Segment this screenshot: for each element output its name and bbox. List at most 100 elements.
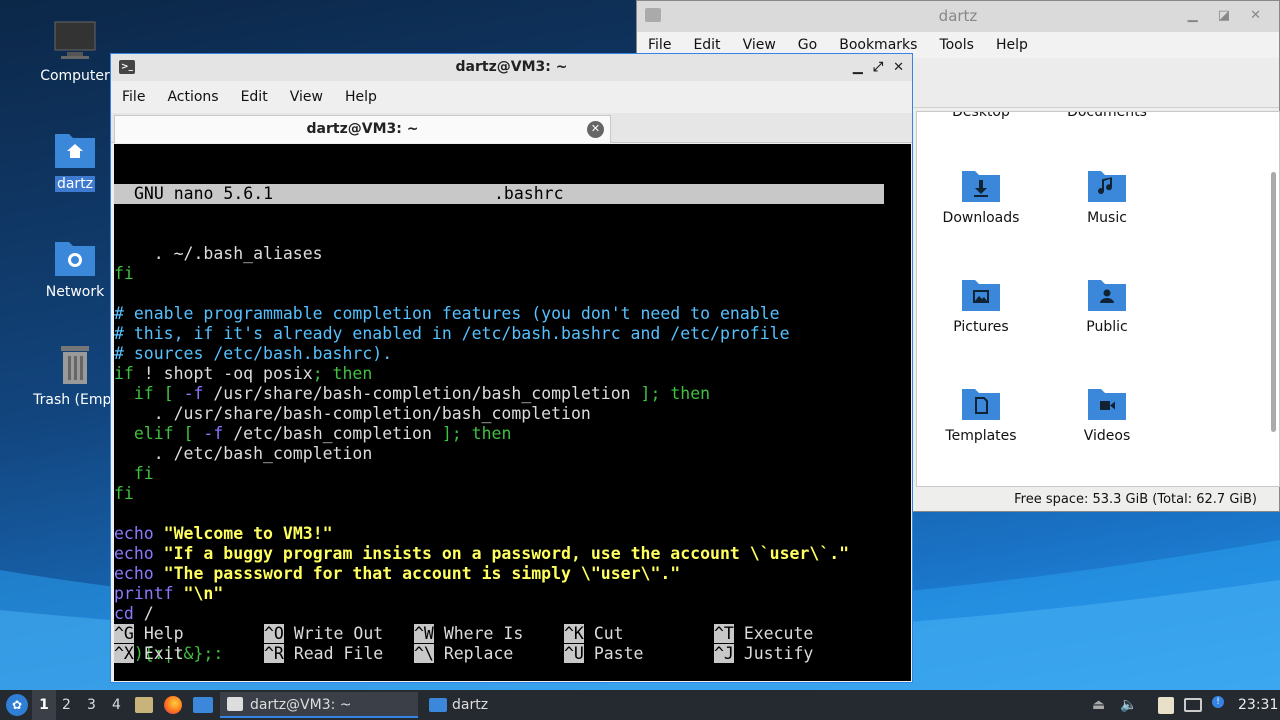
start-menu-icon[interactable]: ✿ [6,694,28,716]
video-icon [1088,389,1126,420]
shortcut-item[interactable]: ^W Where Is [414,624,523,644]
menu-go[interactable]: Go [787,37,828,53]
shortcut-label: Write Out [293,624,384,643]
code-token: "The passsword for that account is simpl… [153,564,681,583]
updates-icon[interactable]: ! [1212,696,1224,708]
file-view-scrollbar[interactable] [1271,172,1276,432]
desktop-icon-label: Trash (Empt [33,392,117,408]
folder-public[interactable]: Public [1047,277,1167,335]
close-icon[interactable]: ✕ [893,60,904,75]
clipboard-icon[interactable] [1158,697,1174,714]
shortcut-row: ^G Help ^O Write Out ^W Where Is ^K Cut ^T E… [114,624,911,644]
folder-documents[interactable]: Documents [1047,112,1167,120]
eject-icon[interactable]: ⏏ [1092,690,1105,720]
shortcut-item[interactable]: ^G Help [114,624,184,644]
folder-icon [645,8,661,22]
menu-bookmarks[interactable]: Bookmarks [828,37,928,53]
menu-actions[interactable]: Actions [156,89,229,105]
menu-view[interactable]: View [732,37,787,53]
code-token: / [133,604,154,623]
menu-tools[interactable]: Tools [928,37,985,53]
download-icon [962,171,1000,202]
volume-icon[interactable]: 🔈 [1120,690,1137,720]
menu-help[interactable]: Help [985,37,1039,53]
menu-help[interactable]: Help [334,89,388,105]
shortcut-item[interactable]: ^X Exit [114,644,184,664]
code-token: fi [114,484,134,503]
desktop-icon-label: Network [45,284,105,300]
nano-editor[interactable]: GNU nano 5.6.1 .bashrc . ~/.bash_aliases f… [114,144,911,681]
nano-filename: .bashrc [494,184,564,203]
code-token: -f [183,384,204,403]
taskbar-app-file-manager[interactable]: dartz [422,692,622,718]
code-line: fi [114,464,911,484]
code-line: echo "If a buggy program insists on a pa… [114,544,911,564]
shortcut-item[interactable]: ^J Justify [714,644,813,664]
code-line: if [ -f /usr/share/bash-completion/bash_… [114,384,911,404]
taskbar-app-terminal[interactable]: dartz@VM3: ~ [220,692,418,718]
menu-file[interactable]: File [637,37,682,53]
file-manager-titlebar[interactable]: dartz ▁ ◪ ✕ [637,1,1279,32]
nano-shortcuts: ^G Help ^O Write Out ^W Where Is ^K Cut ^T E… [114,624,911,664]
code-line: fi [114,484,911,504]
menu-edit[interactable]: Edit [682,37,731,53]
code-token: printf [114,584,174,603]
minimize-icon[interactable]: ▁ [853,60,863,75]
code-line: . ~/.bash_aliases [114,244,911,264]
home-folder-icon [55,134,95,168]
shortcut-item[interactable]: ^\ Replace [414,644,513,664]
menu-view[interactable]: View [279,89,334,105]
show-desktop-icon[interactable] [193,697,213,713]
code-line: . /etc/bash_completion [114,444,911,464]
terminal-titlebar[interactable]: >_ dartz@VM3: ~ ▁ ⤢ ✕ [111,54,912,81]
window-controls[interactable]: ▁ ◪ ✕ [1188,1,1269,31]
window-controls: ▁ ⤢ ✕ [843,54,904,81]
folder-videos[interactable]: Videos [1047,386,1167,444]
clock: 23:31 [1238,697,1279,713]
file-manager-launcher-icon[interactable] [135,697,153,713]
file-manager-title: dartz [938,7,978,25]
code-line: fi [114,264,911,284]
code-token: ! shopt -oq posix [133,364,313,383]
folder-downloads[interactable]: Downloads [921,168,1041,226]
menu-file[interactable]: File [111,89,156,105]
maximize-icon[interactable]: ⤢ [873,60,883,75]
workspace-2[interactable]: 2 [62,690,71,720]
code-token: if [114,364,134,383]
workspace-4[interactable]: 4 [112,690,121,720]
shortcut-item[interactable]: ^O Write Out [264,624,383,644]
code-token: if [114,384,154,403]
close-tab-icon[interactable]: ✕ [587,121,604,138]
folder-templates[interactable]: Templates [921,386,1041,444]
menu-edit[interactable]: Edit [230,89,279,105]
code-token: echo [114,524,154,543]
code-token: # sources /etc/bash.bashrc). [114,344,393,363]
network-status-icon[interactable] [1184,698,1202,712]
workspace-3[interactable]: 3 [87,690,96,720]
folder-desktop[interactable]: Desktop [921,112,1041,120]
workspace-1[interactable]: 1 [32,690,56,720]
code-token: # this, if it's already enabled in /etc/… [114,324,790,343]
shortcut-item[interactable]: ^U Paste [564,644,643,664]
tab-label: dartz@VM3: ~ [306,121,419,137]
picture-icon [962,280,1000,311]
shortcut-label: Where Is [443,624,524,643]
code-token: elif [114,424,174,443]
shortcut-key: ^W [414,624,434,643]
nano-version: GNU nano 5.6.1 [134,184,274,203]
shortcut-label: Help [143,624,184,643]
folder-music[interactable]: Music [1047,168,1167,226]
code-token: ; then [312,364,373,383]
shortcut-item[interactable]: ^K Cut [564,624,624,644]
shortcut-item[interactable]: ^T Execute [714,624,813,644]
code-token: /usr/share/bash-completion/bash_completi… [203,384,641,403]
code-line: cd / [114,604,911,624]
folder-pictures[interactable]: Pictures [921,277,1041,335]
code-token: ]; then [640,384,711,403]
terminal-tab[interactable]: dartz@VM3: ~ ✕ [114,115,611,143]
shortcut-item[interactable]: ^R Read File [264,644,383,664]
firefox-icon[interactable] [164,696,182,714]
shortcut-label: Replace [443,644,514,663]
terminal-icon: >_ [119,60,135,74]
